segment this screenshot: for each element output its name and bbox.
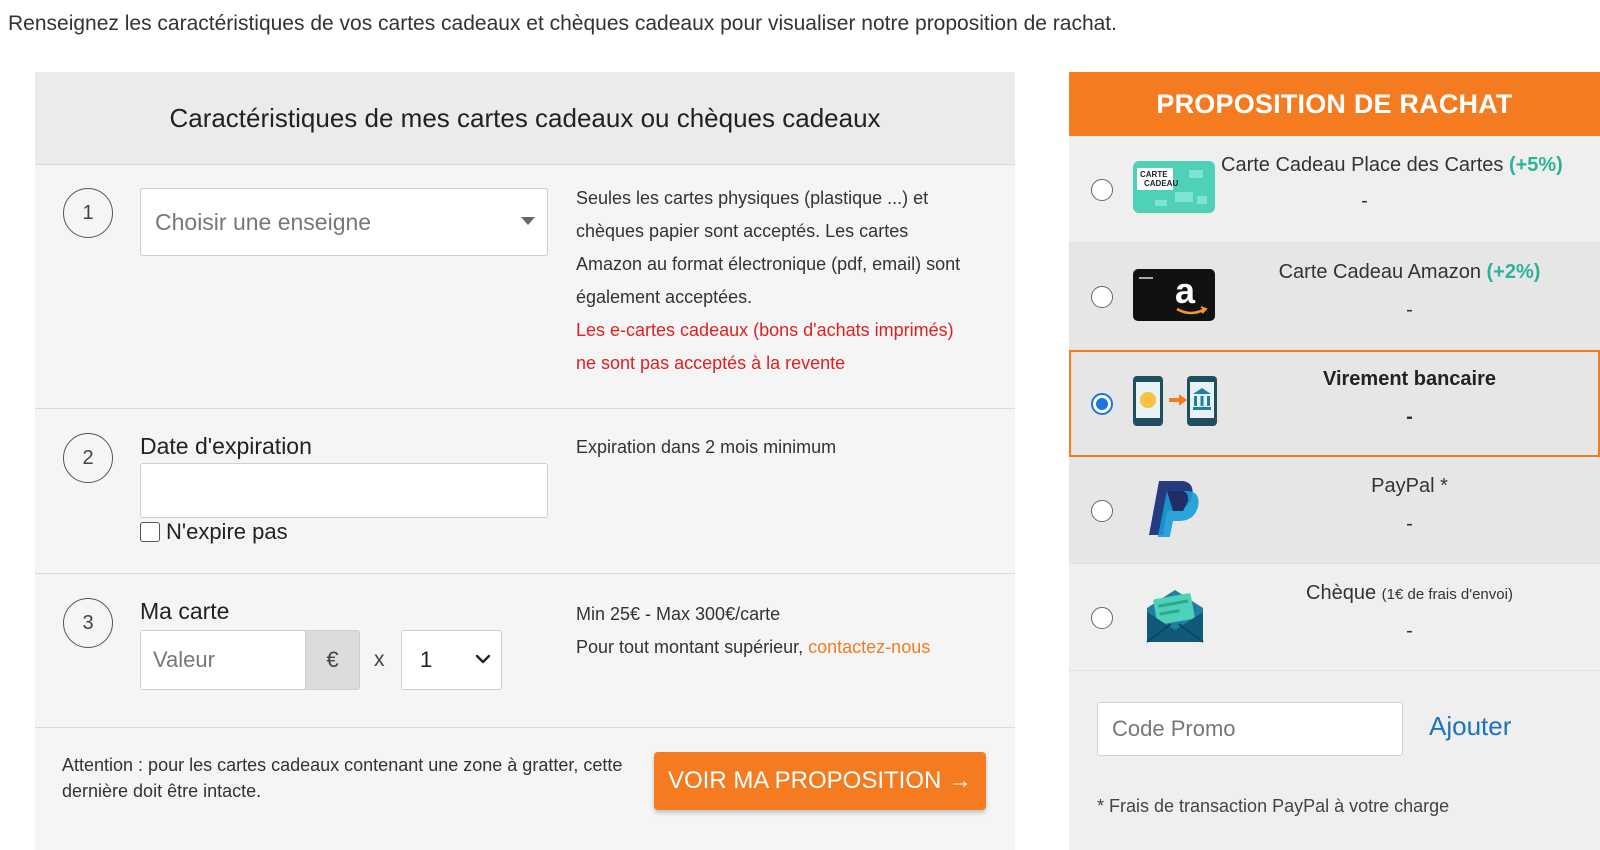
expiration-label: Date d'expiration xyxy=(140,433,312,459)
buyback-offer-panel: PROPOSITION DE RACHAT CARTE CADEAU Carte… xyxy=(1069,72,1600,850)
amount-info: Min 25€ - Max 300€/carte Pour tout monta… xyxy=(576,598,930,664)
cheque-envelope-icon xyxy=(1146,590,1204,643)
promo-code-placeholder: Code Promo xyxy=(1112,716,1236,741)
bonus-badge: (+2%) xyxy=(1486,261,1541,283)
form-footer: Attention : pour les cartes cadeaux cont… xyxy=(35,728,1015,838)
option-bank-transfer[interactable]: Virement bancaire - xyxy=(1069,350,1600,457)
option-value: - xyxy=(1361,190,1368,212)
bank-transfer-icon xyxy=(1133,376,1217,426)
card-label: Ma carte xyxy=(140,598,230,624)
option-title: Chèque (1€ de frais d'envoi) xyxy=(1219,582,1600,605)
radio-cheque[interactable] xyxy=(1091,607,1113,629)
chevron-down-icon xyxy=(475,654,491,664)
step-2: 2 Date d'expiration N'expire pas Expirat… xyxy=(35,409,1015,574)
amazon-card-icon: a xyxy=(1133,269,1215,321)
add-promo-button[interactable]: Ajouter xyxy=(1429,711,1511,742)
view-proposal-button[interactable]: VOIR MA PROPOSITION → xyxy=(654,752,986,810)
option-place-des-cartes[interactable]: CARTE CADEAU Carte Cadeau Place des Cart… xyxy=(1069,136,1600,243)
option-value: - xyxy=(1406,406,1413,428)
info-line: Amazon au format électronique (pdf, emai… xyxy=(576,254,961,274)
info-line: chèques papier sont acceptés. Les cartes xyxy=(576,221,909,241)
warning-line: Les e-cartes cadeaux (bons d'achats impr… xyxy=(576,320,954,340)
option-title-text: Carte Cadeau Amazon xyxy=(1278,261,1487,283)
icon-text-carte: CARTE xyxy=(1140,170,1168,179)
brand-select-placeholder: Choisir une enseigne xyxy=(155,208,372,235)
info-line: Seules les cartes physiques (plastique .… xyxy=(576,188,929,208)
quantity-value: 1 xyxy=(420,647,433,672)
info-line: Min 25€ - Max 300€/carte xyxy=(576,604,781,624)
info-text: Pour tout montant supérieur, xyxy=(576,637,809,657)
scratch-zone-note: Attention : pour les cartes cadeaux cont… xyxy=(62,755,623,801)
card-value-input[interactable]: Valeur xyxy=(140,630,305,690)
expiration-info: Expiration dans 2 mois minimum xyxy=(576,437,837,457)
option-title: Carte Cadeau Place des Cartes (+5%) xyxy=(1217,154,1600,177)
option-title: PayPal * xyxy=(1371,475,1448,497)
paypal-fee-note: * Frais de transaction PayPal à votre ch… xyxy=(1097,796,1450,816)
radio-place-des-cartes[interactable] xyxy=(1091,179,1113,201)
step-number-3: 3 xyxy=(63,598,113,648)
times-symbol: x xyxy=(374,648,385,671)
option-value: - xyxy=(1406,620,1413,642)
carte-cadeau-icon: CARTE CADEAU xyxy=(1133,161,1215,213)
radio-amazon[interactable] xyxy=(1091,286,1113,308)
option-cheque[interactable]: Chèque (1€ de frais d'envoi) - xyxy=(1069,564,1600,671)
no-expiry-label: N'expire pas xyxy=(166,519,288,544)
currency-addon: € xyxy=(305,630,360,690)
bonus-badge: (+5%) xyxy=(1508,154,1563,176)
warning-line: ne sont pas acceptés à la revente xyxy=(576,353,846,373)
option-value: - xyxy=(1406,513,1413,535)
brand-select[interactable]: Choisir une enseigne xyxy=(140,188,548,256)
step-number-1: 1 xyxy=(63,188,113,238)
card-value-placeholder: Valeur xyxy=(153,647,215,672)
icon-text-cadeau: CADEAU xyxy=(1144,179,1178,188)
no-expiry-checkbox[interactable] xyxy=(140,522,160,542)
info-line: Pour tout montant supérieur, contactez-n… xyxy=(576,631,930,664)
form-title: Caractéristiques de mes cartes cadeaux o… xyxy=(35,72,1015,165)
intro-text: Renseignez les caractéristiques de vos c… xyxy=(8,12,1117,35)
option-paypal[interactable]: PayPal * - xyxy=(1069,457,1600,564)
step-1: 1 Choisir une enseigne Seules les cartes… xyxy=(35,165,1015,409)
option-title: Carte Cadeau Amazon (+2%) xyxy=(1219,261,1600,284)
no-expiry-row[interactable]: N'expire pas xyxy=(140,519,288,545)
step-1-info: Seules les cartes physiques (plastique .… xyxy=(576,182,960,380)
option-title-text: Chèque xyxy=(1306,582,1382,604)
quantity-select[interactable]: 1 xyxy=(401,630,502,690)
offer-title: PROPOSITION DE RACHAT xyxy=(1069,72,1600,136)
radio-paypal[interactable] xyxy=(1091,500,1113,522)
info-line: également acceptées. xyxy=(576,287,753,307)
option-value: - xyxy=(1406,299,1413,321)
shipping-fee-note: (1€ de frais d'envoi) xyxy=(1381,586,1513,603)
caret-down-icon xyxy=(521,217,535,225)
step-3: 3 Ma carte Valeur € x 1 Min 25€ - Max 30… xyxy=(35,574,1015,728)
radio-bank-transfer[interactable] xyxy=(1091,393,1113,415)
option-amazon[interactable]: a Carte Cadeau Amazon (+2%) - xyxy=(1069,243,1600,350)
gift-card-form: Caractéristiques de mes cartes cadeaux o… xyxy=(35,72,1015,850)
icon-text-amazon: a xyxy=(1175,270,1196,311)
promo-row: Code Promo Ajouter xyxy=(1097,702,1597,756)
option-title-text: Carte Cadeau Place des Cartes xyxy=(1221,154,1509,176)
expiration-date-input[interactable] xyxy=(140,463,548,518)
step-number-2: 2 xyxy=(63,433,113,483)
option-title: Virement bancaire xyxy=(1322,368,1497,390)
paypal-icon xyxy=(1149,481,1199,537)
promo-code-input[interactable]: Code Promo xyxy=(1097,702,1403,756)
contact-link[interactable]: contactez-nous xyxy=(808,637,930,657)
